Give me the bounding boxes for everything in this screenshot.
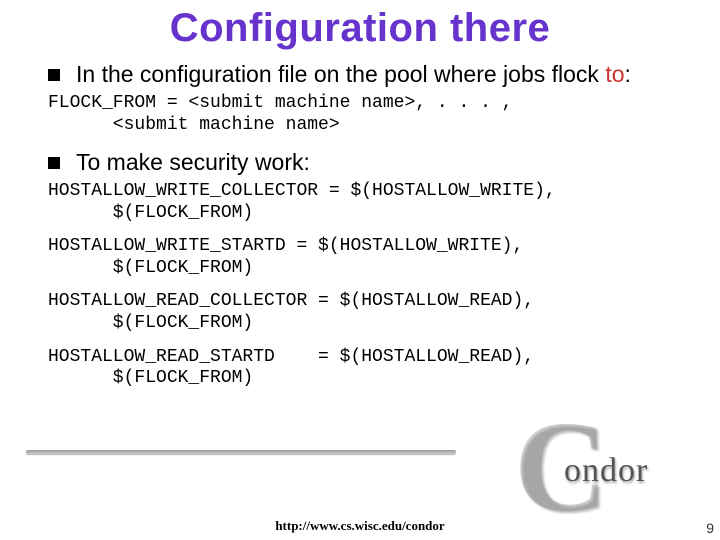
bullet-1-text: In the configuration file on the pool wh…	[76, 61, 631, 87]
slide-title: Configuration there	[0, 6, 720, 51]
logo-c-icon: C	[514, 402, 608, 532]
bullet-list-2: To make security work:	[48, 149, 688, 175]
footer-url: http://www.cs.wisc.edu/condor	[0, 518, 720, 534]
code-block-4: HOSTALLOW_READ_COLLECTOR = $(HOSTALLOW_R…	[48, 291, 688, 334]
divider-bar	[26, 450, 456, 454]
condor-logo: C ondor	[520, 426, 690, 516]
bullet-2: To make security work:	[48, 149, 688, 175]
bullet-1: In the configuration file on the pool wh…	[48, 61, 688, 87]
code-block-1: FLOCK_FROM = <submit machine name>, . . …	[48, 93, 688, 136]
bullet-2-text: To make security work:	[76, 149, 310, 175]
slide: Configuration there In the configuration…	[0, 6, 720, 540]
code-block-3: HOSTALLOW_WRITE_STARTD = $(HOSTALLOW_WRI…	[48, 236, 688, 279]
code-block-5: HOSTALLOW_READ_STARTD = $(HOSTALLOW_READ…	[48, 347, 688, 390]
code-block-2: HOSTALLOW_WRITE_COLLECTOR = $(HOSTALLOW_…	[48, 181, 688, 224]
bullet-1-pre: In the configuration file on the pool wh…	[76, 61, 605, 87]
bullet-list: In the configuration file on the pool wh…	[48, 61, 688, 87]
bullet-1-accent: to	[605, 61, 624, 87]
logo-word: ondor	[564, 452, 648, 490]
page-number: 9	[706, 520, 714, 536]
slide-content: In the configuration file on the pool wh…	[48, 61, 688, 390]
bullet-1-post: :	[625, 61, 631, 87]
